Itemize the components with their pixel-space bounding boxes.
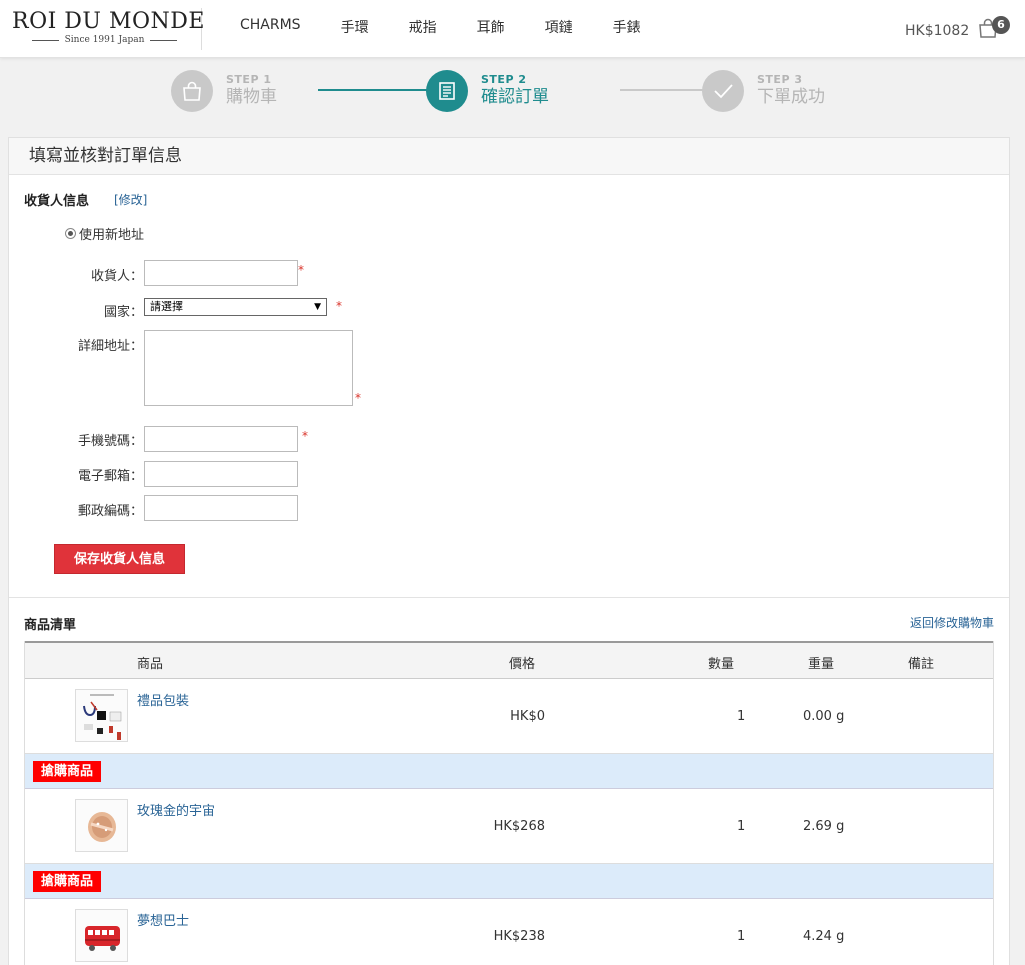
- required-mark: *: [298, 263, 304, 277]
- product-name-link[interactable]: 禮品包裝: [137, 690, 189, 709]
- step-connector: [318, 89, 428, 91]
- order-items-title: 商品清單: [24, 618, 77, 633]
- table-row: 禮品包裝 HK$0 1 0.00 g: [25, 679, 993, 754]
- order-panel: 填寫並核對訂單信息 收貨人信息 [修改] 使用新地址 收貨人： * 國家： 請選…: [8, 137, 1010, 965]
- product-weight: 0.00 g: [803, 709, 845, 724]
- main-nav: CHARMS 手環 戒指 耳飾 項鏈 手錶: [240, 17, 681, 37]
- required-mark: *: [302, 429, 308, 443]
- step-label: 確認訂單: [481, 87, 549, 107]
- promo-row: 搶購商品: [25, 864, 993, 899]
- nav-item-necklaces[interactable]: 項鏈: [545, 17, 573, 37]
- mobile-input[interactable]: [144, 426, 298, 452]
- product-quantity: 1: [737, 819, 746, 834]
- product-price: HK$238: [493, 929, 545, 944]
- recipient-label: 收貨人：: [90, 269, 143, 284]
- brand-logo[interactable]: ROI DU MONDE Since 1991 Japan: [12, 8, 205, 50]
- table-row: 夢想巴士 HK$238 1 4.24 g: [25, 899, 993, 965]
- shopping-bag-icon: [183, 81, 201, 101]
- cart-button[interactable]: 6: [978, 16, 1010, 42]
- nav-item-charms[interactable]: CHARMS: [240, 17, 301, 37]
- country-select[interactable]: 請選擇 ▼: [144, 298, 327, 316]
- email-label: 電子郵箱：: [77, 469, 143, 484]
- address-label: 詳細地址：: [77, 339, 143, 354]
- consignee-section-title: 收貨人信息: [24, 194, 90, 209]
- checkmark-icon: [714, 84, 733, 99]
- product-name-link[interactable]: 玫瑰金的宇宙: [137, 800, 215, 819]
- mobile-label: 手機號碼：: [77, 434, 143, 449]
- dropdown-arrow-icon: ▼: [314, 302, 321, 312]
- flash-sale-badge: 搶購商品: [33, 761, 102, 782]
- top-header: ROI DU MONDE Since 1991 Japan CHARMS 手環 …: [0, 0, 1025, 58]
- column-header-price: 價格: [509, 657, 536, 672]
- flash-sale-badge: 搶購商品: [33, 871, 102, 892]
- back-to-cart-link[interactable]: 返回修改購物車: [910, 614, 994, 631]
- column-header-qty: 數量: [708, 657, 735, 672]
- step-connector: [620, 89, 704, 91]
- nav-item-bracelets[interactable]: 手環: [341, 17, 369, 37]
- product-quantity: 1: [737, 709, 746, 724]
- column-header-remarks: 備註: [908, 657, 935, 672]
- table-row: 玫瑰金的宇宙 HK$268 1 2.69 g: [25, 789, 993, 864]
- cart-total: HK$1082: [905, 23, 970, 39]
- cart-count-badge: 6: [992, 16, 1010, 34]
- brand-tagline: Since 1991 Japan: [64, 35, 145, 45]
- brand-name: ROI DU MONDE: [12, 9, 205, 34]
- required-mark: *: [336, 299, 342, 313]
- product-name-link[interactable]: 夢想巴士: [137, 910, 189, 929]
- rose-gold-charm-thumbnail[interactable]: [75, 799, 128, 852]
- nav-item-watches[interactable]: 手錶: [613, 17, 641, 37]
- save-consignee-button[interactable]: 保存收貨人信息: [54, 544, 185, 574]
- product-quantity: 1: [737, 929, 746, 944]
- email-input[interactable]: [144, 461, 298, 487]
- order-items-table: 商品 價格 數量 重量 備註 禮品包裝 HK$0 1 0.00 g 搶購商品 玫…: [24, 641, 994, 965]
- product-price: HK$0: [510, 709, 545, 724]
- product-weight: 2.69 g: [803, 819, 845, 834]
- promo-row: 搶購商品: [25, 754, 993, 789]
- postcode-label: 郵政編碼：: [77, 504, 143, 519]
- nav-item-earrings[interactable]: 耳飾: [477, 17, 505, 37]
- consignee-edit-link[interactable]: [修改]: [114, 191, 147, 208]
- step-number: STEP 1: [226, 73, 272, 86]
- section-divider: [9, 597, 1009, 598]
- step-label: 購物車: [226, 87, 277, 107]
- red-bus-charm-thumbnail[interactable]: [75, 909, 128, 962]
- use-new-address-label: 使用新地址: [79, 228, 145, 243]
- required-mark: *: [355, 391, 361, 405]
- table-header: 商品 價格 數量 重量 備註: [25, 641, 993, 679]
- use-new-address-option[interactable]: 使用新地址: [65, 224, 144, 243]
- brand-tagline-row: Since 1991 Japan: [32, 35, 178, 45]
- step-label: 下單成功: [757, 87, 825, 107]
- nav-item-rings[interactable]: 戒指: [409, 17, 437, 37]
- address-textarea[interactable]: [144, 330, 353, 406]
- column-header-product: 商品: [137, 657, 164, 672]
- document-icon: [439, 82, 455, 100]
- gift-package-thumbnail[interactable]: [75, 689, 128, 742]
- panel-title: 填寫並核對訂單信息: [9, 138, 1009, 175]
- postcode-input[interactable]: [144, 495, 298, 521]
- step-number: STEP 2: [481, 73, 527, 86]
- column-header-weight: 重量: [808, 657, 835, 672]
- step-number: STEP 3: [757, 73, 803, 86]
- recipient-input[interactable]: [144, 260, 298, 286]
- radio-button[interactable]: [65, 228, 76, 239]
- product-weight: 4.24 g: [803, 929, 845, 944]
- product-price: HK$268: [493, 819, 545, 834]
- country-select-value: 請選擇: [150, 300, 183, 313]
- country-label: 國家：: [103, 305, 143, 320]
